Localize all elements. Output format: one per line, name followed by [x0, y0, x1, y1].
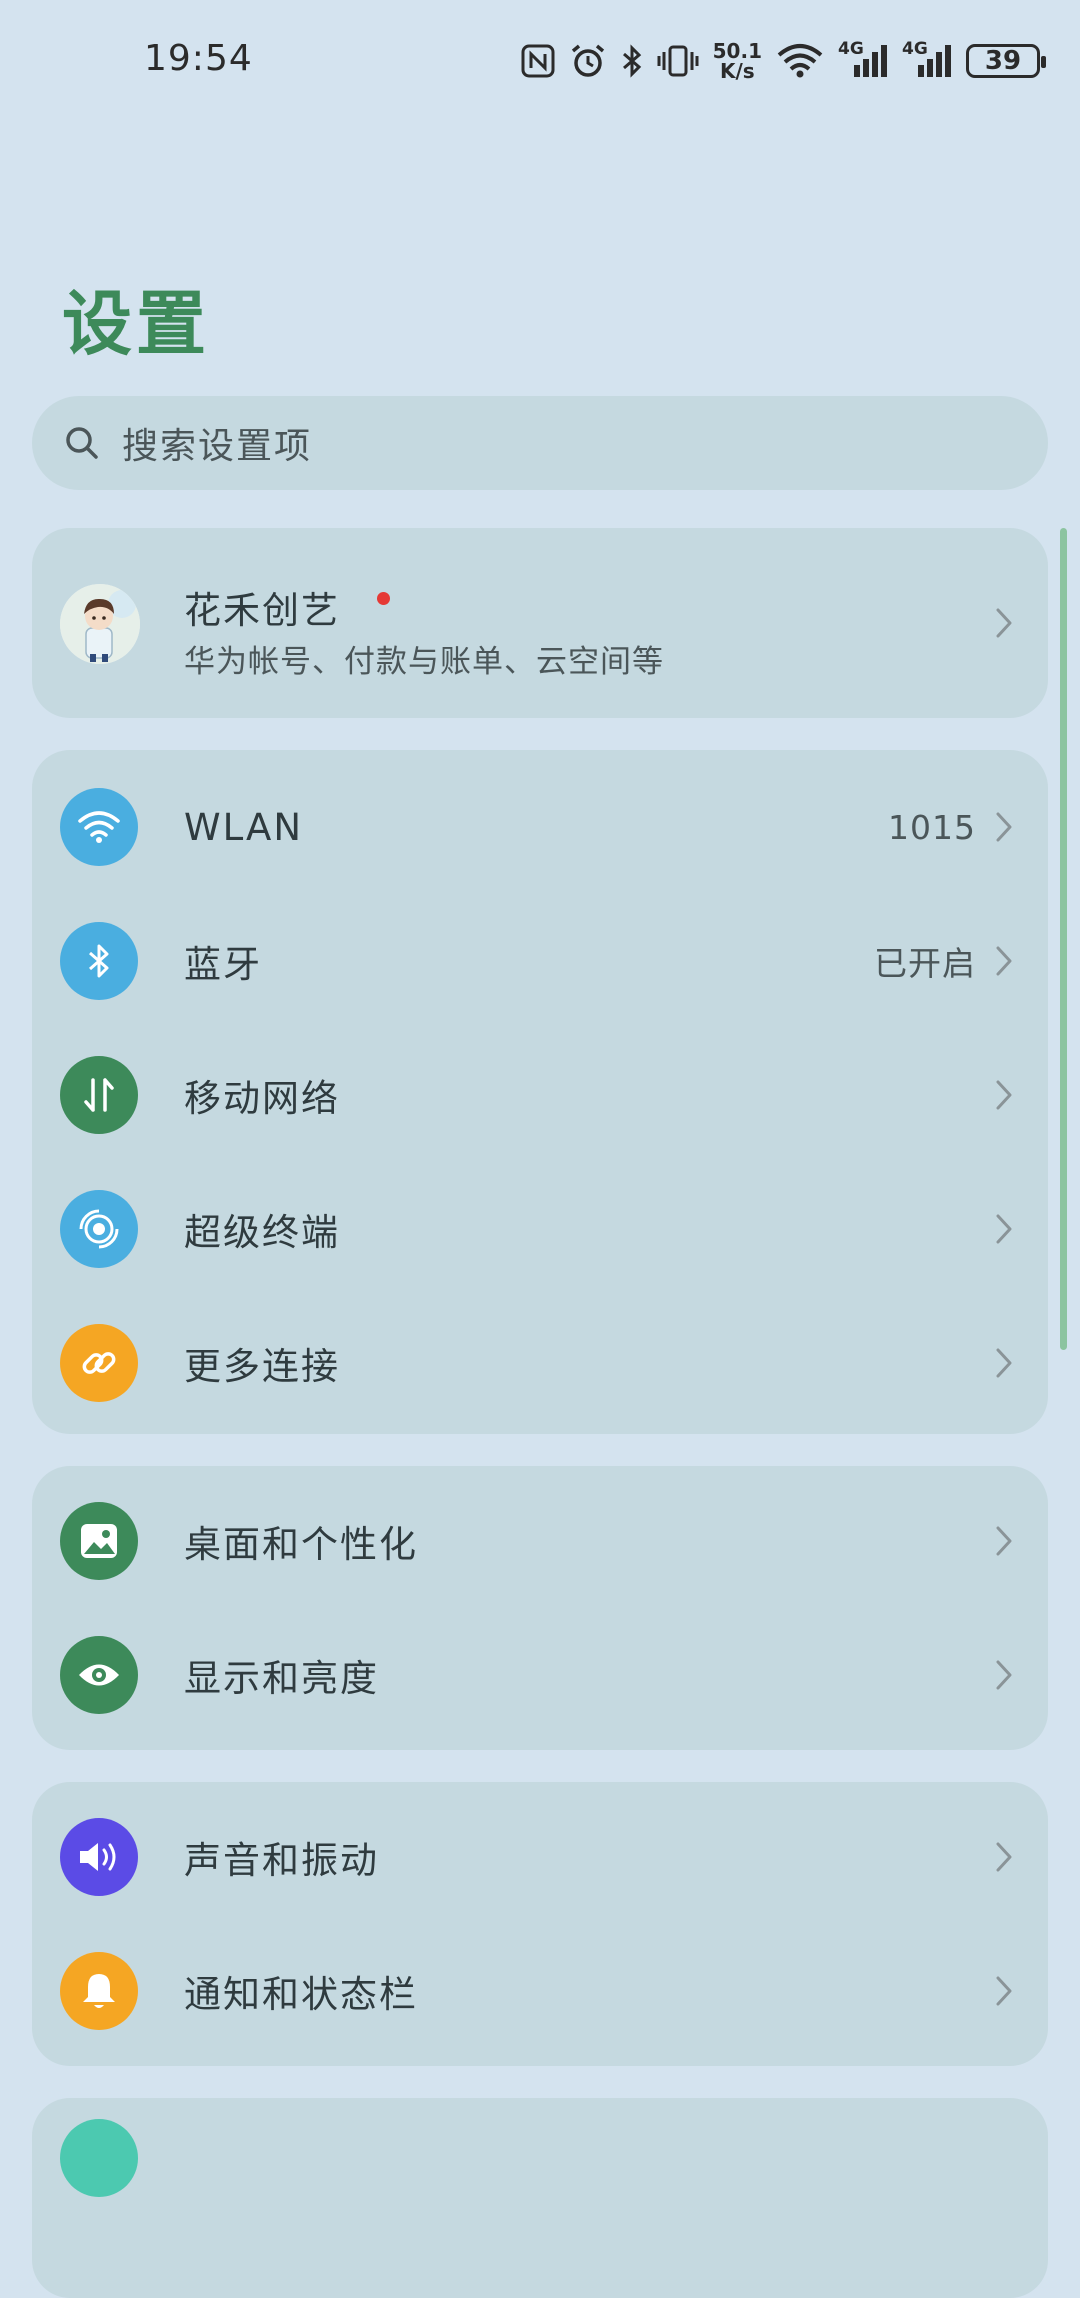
settings-group-next — [32, 2098, 1048, 2298]
chevron-right-icon — [996, 1214, 1012, 1244]
alarm-icon — [569, 43, 607, 79]
chevron-right-icon — [996, 1842, 1012, 1872]
status-icons: 50.1 K/s 4G 4G 39 — [521, 36, 1046, 86]
net-speed-unit: K/s — [719, 59, 755, 83]
settings-item-label: 移动网络 — [184, 1077, 340, 1120]
settings-item-label: 更多连接 — [184, 1345, 340, 1388]
account-card[interactable]: 花禾创艺 华为帐号、付款与账单、云空间等 — [32, 528, 1048, 718]
settings-item-more-connections[interactable]: 更多连接 — [32, 1296, 1048, 1430]
account-name: 花禾创艺 — [184, 589, 340, 632]
settings-item-notifications[interactable]: 通知和状态栏 — [32, 1924, 1048, 2058]
signal-icon: 4G — [838, 39, 888, 79]
chevron-right-icon — [996, 812, 1012, 842]
signal-label: 4G — [902, 39, 928, 59]
eye-icon — [60, 1636, 138, 1714]
chevron-right-icon — [996, 1660, 1012, 1690]
chevron-right-icon — [996, 608, 1012, 638]
settings-item-wlan[interactable]: WLAN 1015 — [32, 760, 1048, 894]
settings-item-label: 显示和亮度 — [184, 1657, 379, 1700]
status-time: 19:54 — [144, 38, 253, 79]
search-icon — [66, 427, 98, 459]
vibrate-icon — [657, 44, 699, 78]
bell-icon — [60, 1952, 138, 2030]
settings-group-display: 桌面和个性化 显示和亮度 — [32, 1466, 1048, 1750]
link-icon — [60, 1324, 138, 1402]
settings-item-label: 声音和振动 — [184, 1839, 379, 1882]
settings-item-value: 1015 — [888, 807, 976, 847]
page-title: 设置 — [62, 283, 210, 365]
settings-item-display-brightness[interactable]: 显示和亮度 — [32, 1608, 1048, 1742]
network-speed: 50.1 K/s — [713, 41, 762, 81]
settings-item-label: 通知和状态栏 — [184, 1973, 418, 2016]
bluetooth-icon — [60, 922, 138, 1000]
settings-item-label: 超级终端 — [184, 1211, 340, 1254]
chevron-right-icon — [996, 1976, 1012, 2006]
settings-item-label: WLAN — [184, 805, 304, 849]
settings-item-bluetooth[interactable]: 蓝牙 已开启 — [32, 894, 1048, 1028]
settings-group-connectivity: WLAN 1015 蓝牙 已开启 移动网络 超级终端 更多连接 — [32, 750, 1048, 1434]
battery-level: 39 — [984, 46, 1022, 76]
settings-item-label: 桌面和个性化 — [184, 1523, 418, 1566]
mobile-data-icon — [60, 1056, 138, 1134]
settings-item-label: 蓝牙 — [184, 943, 262, 986]
bluetooth-icon — [621, 44, 643, 78]
signal-label: 4G — [838, 39, 864, 59]
avatar — [60, 584, 140, 664]
settings-group-sound: 声音和振动 通知和状态栏 — [32, 1782, 1048, 2066]
battery-icon: 39 — [966, 44, 1046, 78]
status-bar: 19:54 50.1 K/s 4G 4G 39 — [0, 0, 1080, 120]
net-speed-value: 50.1 — [712, 39, 762, 63]
wifi-icon — [776, 43, 824, 79]
settings-item-value: 已开启 — [874, 944, 976, 983]
nfc-icon — [521, 44, 555, 78]
signal-icon: 4G — [902, 39, 952, 79]
image-icon — [60, 1502, 138, 1580]
notification-dot — [377, 592, 390, 605]
chevron-right-icon — [996, 946, 1012, 976]
settings-item-sound-vibration[interactable]: 声音和振动 — [32, 1790, 1048, 1924]
settings-item-super-device[interactable]: 超级终端 — [32, 1162, 1048, 1296]
partial-icon — [60, 2119, 138, 2197]
super-device-icon — [60, 1190, 138, 1268]
chevron-right-icon — [996, 1080, 1012, 1110]
settings-item-desktop-personalization[interactable]: 桌面和个性化 — [32, 1474, 1048, 1608]
chevron-right-icon — [996, 1526, 1012, 1556]
account-subtitle: 华为帐号、付款与账单、云空间等 — [184, 644, 664, 680]
speaker-icon — [60, 1818, 138, 1896]
chevron-right-icon — [996, 1348, 1012, 1378]
search-placeholder: 搜索设置项 — [122, 426, 313, 467]
search-input[interactable]: 搜索设置项 — [32, 396, 1048, 490]
scrollbar[interactable] — [1060, 528, 1067, 1350]
wifi-icon — [60, 788, 138, 866]
settings-item-mobile-network[interactable]: 移动网络 — [32, 1028, 1048, 1162]
